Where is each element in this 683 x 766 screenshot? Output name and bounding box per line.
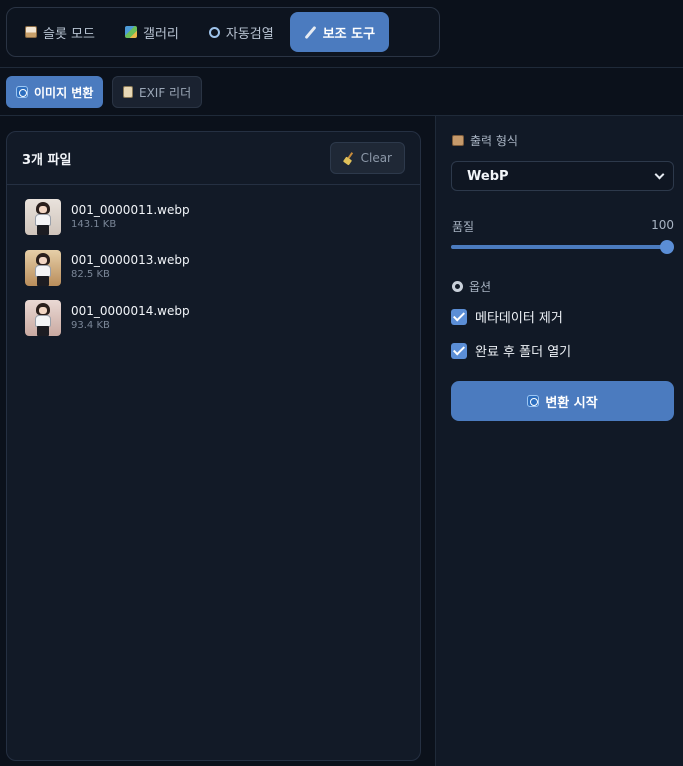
list-item[interactable]: 001_0000011.webp 143.1 KB: [25, 199, 402, 235]
file-thumbnail: [25, 199, 61, 235]
subtab-label: 이미지 변환: [34, 85, 94, 100]
file-panel: 3개 파일 Clear 001_0000011.webp 143.1 KB 00…: [6, 131, 421, 761]
tab-auto-censor[interactable]: 자동검열: [195, 12, 288, 52]
file-name: 001_0000011.webp: [71, 202, 190, 217]
options-label: 옵션: [452, 278, 491, 295]
options-text: 옵션: [469, 280, 492, 294]
start-convert-label: 변환 시작: [545, 395, 598, 411]
convert-icon: [527, 395, 540, 407]
gear-icon: [452, 281, 463, 292]
list-item[interactable]: 001_0000014.webp 93.4 KB: [25, 300, 402, 336]
file-thumbnail: [25, 249, 61, 286]
subtab-label: EXIF 리더: [139, 85, 192, 100]
slider-handle[interactable]: [660, 240, 674, 254]
output-format-select[interactable]: WebP: [451, 161, 674, 191]
clear-button[interactable]: Clear: [329, 142, 405, 174]
tab-slot-mode[interactable]: 슬롯 모드: [11, 12, 109, 52]
slider-fill: [451, 245, 667, 249]
tab-tools[interactable]: 보조 도구: [289, 12, 390, 52]
file-size: 143.1 KB: [71, 218, 117, 230]
top-divider: [0, 67, 683, 68]
subtab-exif-reader[interactable]: EXIF 리더: [112, 76, 203, 108]
file-size: 82.5 KB: [71, 269, 110, 280]
tab-label: 슬롯 모드: [43, 26, 95, 42]
clear-label: Clear: [360, 151, 392, 165]
start-convert-button[interactable]: 변환 시작: [451, 381, 674, 421]
file-panel-header: 3개 파일 Clear: [7, 132, 420, 185]
convert-icon: [16, 86, 28, 98]
clipboard-icon: [123, 86, 133, 98]
package-icon: [452, 135, 464, 146]
open-folder-label: 완료 후 폴더 열기: [475, 345, 572, 360]
broom-icon: [343, 152, 355, 164]
main-tab-bar: 슬롯 모드 갤러리 자동검열 보조 도구: [6, 7, 440, 57]
file-list: 001_0000011.webp 143.1 KB 001_0000013.we…: [7, 185, 420, 336]
quality-label: 품질: [452, 220, 475, 234]
gallery-icon: [124, 26, 137, 38]
tab-label: 자동검열: [225, 26, 274, 42]
search-icon: [208, 26, 220, 38]
strip-metadata-label: 메타데이터 제거: [475, 311, 563, 326]
tab-gallery[interactable]: 갤러리: [111, 12, 193, 52]
open-folder-checkbox[interactable]: [451, 342, 467, 359]
quality-slider[interactable]: [451, 240, 674, 254]
subtab-image-convert[interactable]: 이미지 변환: [6, 76, 104, 108]
file-thumbnail: [25, 300, 61, 336]
file-size: 93.4 KB: [71, 319, 110, 331]
wrench-icon: [304, 26, 317, 39]
file-name: 001_0000014.webp: [71, 303, 190, 318]
output-format-label: 출력 형식: [452, 132, 518, 149]
open-folder-option[interactable]: 완료 후 폴더 열기: [451, 341, 571, 360]
quality-row: 품질 100: [452, 218, 674, 235]
selected-format: WebP: [467, 168, 509, 184]
tab-label: 보조 도구: [322, 26, 376, 42]
slot-icon: [25, 26, 37, 38]
settings-panel: 출력 형식 WebP 품질 100 옵션 메타데이터 제거 완료 후 폴더 열기…: [435, 116, 683, 766]
list-item[interactable]: 001_0000013.webp 82.5 KB: [25, 249, 402, 286]
quality-value: 100: [651, 218, 674, 232]
tab-label: 갤러리: [142, 26, 179, 42]
output-format-text: 출력 형식: [470, 134, 518, 148]
strip-metadata-checkbox[interactable]: [451, 308, 467, 325]
chevron-down-icon: [654, 169, 665, 179]
strip-metadata-option[interactable]: 메타데이터 제거: [451, 307, 563, 326]
file-name: 001_0000013.webp: [71, 253, 190, 267]
file-count: 3개 파일: [22, 152, 72, 168]
